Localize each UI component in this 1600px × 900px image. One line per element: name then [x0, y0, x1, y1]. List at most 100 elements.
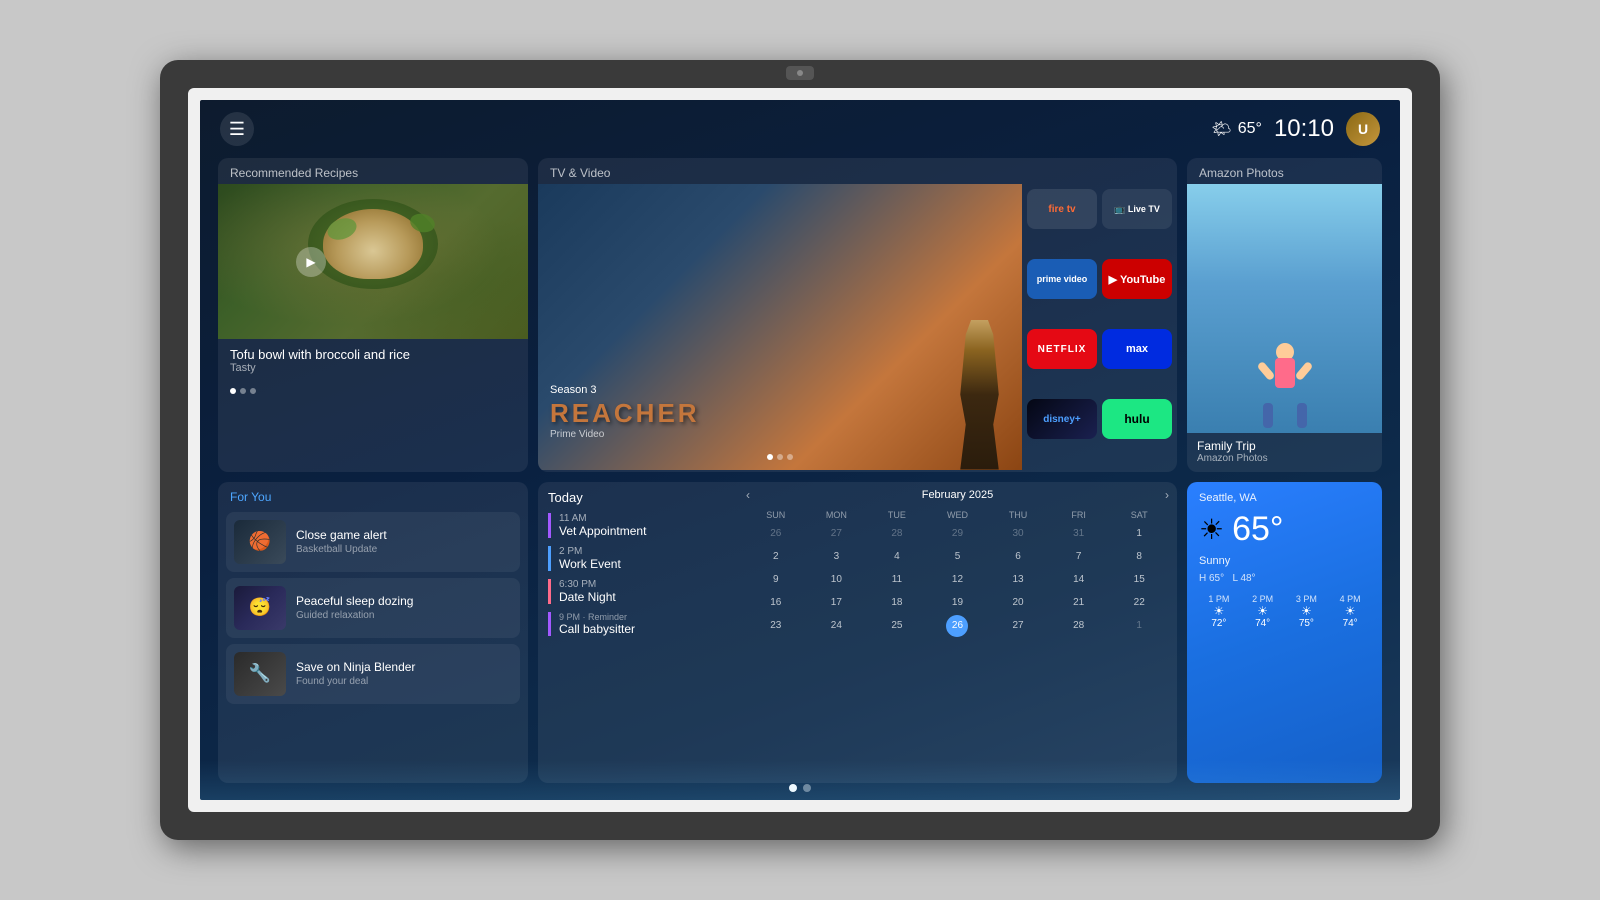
hour-temp-3pm: 75° [1287, 618, 1327, 629]
disney-button[interactable]: disney+ [1027, 399, 1097, 439]
sleep-thumb: 😴 [234, 586, 286, 630]
weather-main: ☀ 65° [1199, 510, 1370, 549]
weather-hourly: 1 PM ☀ 72° 2 PM ☀ 74° 3 PM ☀ 75° [1199, 594, 1370, 629]
blender-icon: 🔧 [234, 652, 286, 696]
cal-day[interactable]: 23 [765, 615, 787, 637]
rdot-3 [787, 454, 793, 460]
hour-time-3pm: 3 PM [1287, 594, 1327, 604]
weather-condition: Sunny [1199, 555, 1370, 567]
cal-day[interactable]: 6 [1007, 546, 1029, 568]
basketball-thumb: 🏀 [234, 520, 286, 564]
cal-day[interactable]: 13 [1007, 569, 1029, 591]
cal-day[interactable]: 28 [886, 523, 908, 545]
hulu-button[interactable]: hulu [1102, 399, 1172, 439]
foryou-item-sleep[interactable]: 😴 Peaceful sleep dozing Guided relaxatio… [226, 578, 520, 638]
reacher-platform: Prime Video [550, 429, 700, 440]
cal-day[interactable]: 3 [825, 546, 847, 568]
event-date[interactable]: 6:30 PM Date Night [548, 579, 728, 604]
header-time: 10:10 [1274, 115, 1334, 143]
cal-day[interactable]: 31 [1068, 523, 1090, 545]
cal-day[interactable]: 9 [765, 569, 787, 591]
weather-hour-3pm: 3 PM ☀ 75° [1287, 594, 1327, 629]
photos-card[interactable]: Amazon Photos [1187, 158, 1382, 472]
tv-card[interactable]: TV & Video Season 3 REACHER Prime Video [538, 158, 1177, 472]
disney-label: disney+ [1043, 414, 1081, 425]
livetv-button[interactable]: 📺 Live TV [1102, 189, 1172, 229]
event-date-time: 6:30 PM [559, 579, 728, 590]
header-left: ☰ [220, 112, 254, 146]
calendar-grid: SUN MON TUE WED THU FRI SAT 26 27 28 29 [746, 508, 1169, 637]
cal-day[interactable]: 14 [1068, 569, 1090, 591]
cal-day[interactable]: 24 [825, 615, 847, 637]
torso [1275, 358, 1295, 388]
hour-time-4pm: 4 PM [1330, 594, 1370, 604]
page-dot-1[interactable] [789, 784, 797, 792]
cal-day[interactable]: 1 [1128, 523, 1150, 545]
foryou-item-blender[interactable]: 🔧 Save on Ninja Blender Found your deal [226, 644, 520, 704]
foryou-item-basketball[interactable]: 🏀 Close game alert Basketball Update [226, 512, 520, 572]
recipe-subtitle: Tasty [230, 362, 516, 374]
reacher-banner[interactable]: Season 3 REACHER Prime Video [538, 184, 1022, 470]
header-temperature: 65° [1238, 120, 1262, 138]
cal-thu: THU [988, 508, 1048, 522]
cal-day[interactable]: 7 [1068, 546, 1090, 568]
foryou-card: For You 🏀 Close game alert Basketball Up… [218, 482, 528, 784]
cal-day[interactable]: 28 [1068, 615, 1090, 637]
cal-day[interactable]: 29 [946, 523, 968, 545]
cal-sun: SUN [746, 508, 806, 522]
event-babysitter[interactable]: 9 PM · Reminder Call babysitter [548, 612, 728, 636]
cal-day[interactable]: 27 [1007, 615, 1029, 637]
cal-day[interactable]: 12 [946, 569, 968, 591]
weather-hour-4pm: 4 PM ☀ 74° [1330, 594, 1370, 629]
cal-day[interactable]: 22 [1128, 592, 1150, 614]
sleep-icon: 😴 [234, 586, 286, 630]
firetv-button[interactable]: fire tv [1027, 189, 1097, 229]
cal-day[interactable]: 5 [946, 546, 968, 568]
cal-day[interactable]: 30 [1007, 523, 1029, 545]
foryou-header: For You [218, 482, 528, 508]
dot-3 [250, 388, 256, 394]
cal-day[interactable]: 26 [765, 523, 787, 545]
cal-day[interactable]: 2 [765, 546, 787, 568]
cal-day-today[interactable]: 26 [946, 615, 968, 637]
netflix-button[interactable]: NETFLIX [1027, 329, 1097, 369]
cal-day[interactable]: 21 [1068, 592, 1090, 614]
tv-header: TV & Video [538, 158, 1177, 184]
page-dot-2[interactable] [803, 784, 811, 792]
calendar-prev-button[interactable]: ‹ [746, 488, 750, 502]
cal-day[interactable]: 18 [886, 592, 908, 614]
cal-day[interactable]: 1 [1128, 615, 1150, 637]
calendar-next-button[interactable]: › [1165, 488, 1169, 502]
cal-day[interactable]: 16 [765, 592, 787, 614]
avatar[interactable]: U [1346, 112, 1380, 146]
firetv-label: fire tv [1048, 204, 1075, 215]
youtube-button[interactable]: ▶ YouTube [1102, 259, 1172, 299]
blender-thumb: 🔧 [234, 652, 286, 696]
event-vet[interactable]: 11 AM Vet Appointment [548, 513, 728, 538]
cal-day[interactable]: 10 [825, 569, 847, 591]
cal-day[interactable]: 20 [1007, 592, 1029, 614]
basketball-subtitle: Basketball Update [296, 544, 512, 555]
cal-day[interactable]: 17 [825, 592, 847, 614]
cal-day[interactable]: 8 [1128, 546, 1150, 568]
recipes-card[interactable]: Recommended Recipes ▶ Tofu bowl with [218, 158, 528, 472]
cal-day[interactable]: 25 [886, 615, 908, 637]
cal-day[interactable]: 27 [825, 523, 847, 545]
calendar-header: ‹ February 2025 › [746, 488, 1169, 502]
cal-day[interactable]: 11 [886, 569, 908, 591]
cal-day[interactable]: 19 [946, 592, 968, 614]
prime-button[interactable]: prime video [1027, 259, 1097, 299]
cal-day[interactable]: 4 [886, 546, 908, 568]
sleep-subtitle: Guided relaxation [296, 610, 512, 621]
play-button[interactable]: ▶ [296, 247, 326, 277]
sleep-title: Peaceful sleep dozing [296, 594, 512, 608]
menu-button[interactable]: ☰ [220, 112, 254, 146]
reacher-season: Season 3 [550, 384, 700, 396]
cal-day[interactable]: 15 [1128, 569, 1150, 591]
main-content: Recommended Recipes ▶ Tofu bowl with [200, 158, 1400, 793]
event-work[interactable]: 2 PM Work Event [548, 546, 728, 571]
max-label: max [1126, 343, 1148, 355]
reacher-nav-dots [767, 454, 793, 460]
today-events: Today 11 AM Vet Appointment 2 PM Work Ev… [538, 482, 738, 784]
max-button[interactable]: max [1102, 329, 1172, 369]
